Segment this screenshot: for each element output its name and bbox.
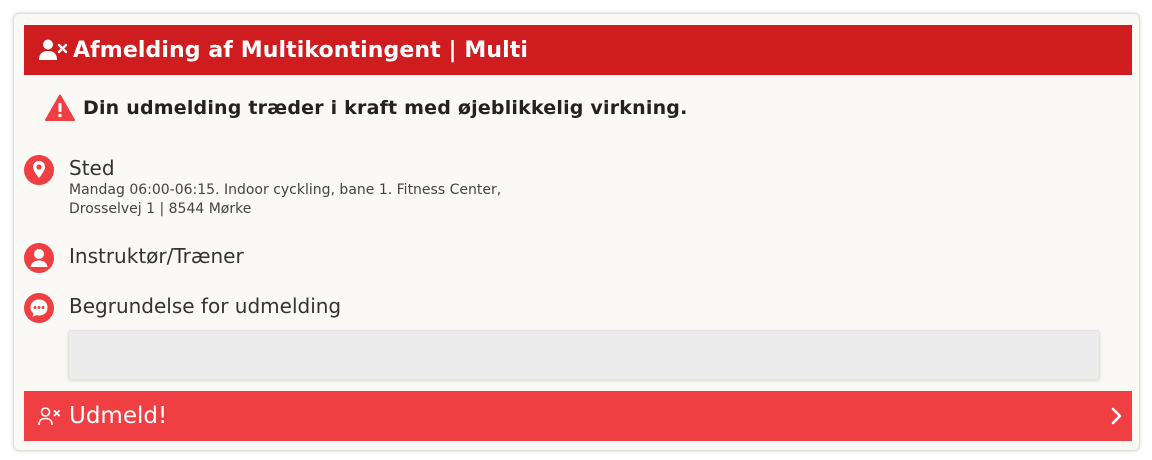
location-label: Sted [69,156,115,180]
page-title: Afmelding af Multikontingent | Multi [73,37,529,63]
reason-section: Begrundelse for udmelding [24,293,341,323]
instructor-label: Instruktør/Træner [69,244,244,268]
chat-icon [24,293,54,323]
location-detail-line1: Mandag 06:00-06:15. Indoor cyckling, ban… [69,182,502,198]
person-icon [24,243,54,273]
user-remove-icon [38,405,64,427]
chevron-right-icon [1110,405,1124,427]
location-detail-line2: Drosselvej 1 | 8544 Mørke [69,201,252,217]
unsubscribe-label: Udmeld! [69,403,168,429]
reason-label: Begrundelse for udmelding [69,294,342,318]
card-header: Afmelding af Multikontingent | Multi [24,25,1132,75]
warning-notice: Din udmelding træder i kraft med øjeblik… [45,94,688,122]
unsubscribe-button[interactable]: Udmeld! [24,391,1132,441]
instructor-section: Instruktør/Træner [24,243,244,273]
location-pin-icon [24,155,54,185]
location-section: Sted Mandag 06:00-06:15. Indoor cyckling… [24,155,569,219]
user-remove-icon [39,38,71,62]
reason-input[interactable] [68,330,1100,380]
unsubscribe-card: Afmelding af Multikontingent | Multi Din… [13,13,1140,451]
warning-text: Din udmelding træder i kraft med øjeblik… [83,97,688,119]
warning-icon [45,94,75,122]
